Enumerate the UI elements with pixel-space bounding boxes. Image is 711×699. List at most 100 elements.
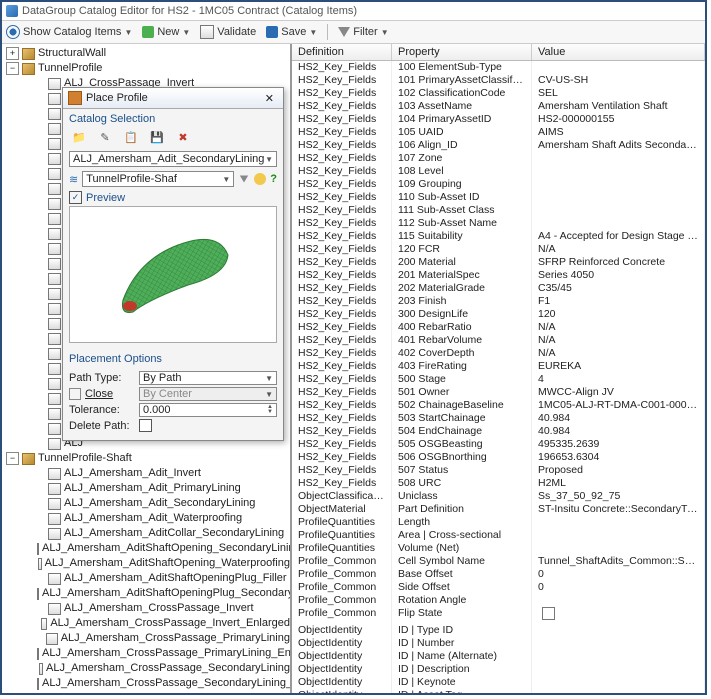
cell-value[interactable]: EUREKA bbox=[532, 360, 705, 373]
grid-row[interactable]: Profile_CommonSide Offset0 bbox=[292, 581, 705, 594]
grid-row[interactable]: ObjectMaterialPart DefinitionST-Insitu C… bbox=[292, 503, 705, 516]
tree-item[interactable]: ALJ_Amersham_Adit_Invert bbox=[6, 466, 290, 481]
cell-value[interactable]: MWCC-Align JV bbox=[532, 386, 705, 399]
lightbulb-icon[interactable] bbox=[254, 173, 266, 185]
tree-node-tunnelprofile-shaft[interactable]: − TunnelProfile-Shaft bbox=[6, 451, 290, 466]
cell-value[interactable] bbox=[532, 650, 705, 663]
path-type-combo[interactable]: By Path ▼ bbox=[139, 371, 277, 385]
grid-row[interactable]: HS2_Key_Fields120 FCRN/A bbox=[292, 243, 705, 256]
cell-value[interactable]: N/A bbox=[532, 321, 705, 334]
expand-toggle[interactable]: + bbox=[6, 47, 19, 60]
cell-value[interactable] bbox=[532, 191, 705, 204]
grid-row[interactable]: ObjectIdentityID | Description bbox=[292, 663, 705, 676]
grid-row[interactable]: HS2_Key_Fields203 FinishF1 bbox=[292, 295, 705, 308]
cell-value[interactable] bbox=[532, 607, 705, 624]
grid-row[interactable]: HS2_Key_Fields505 OSGBeasting495335.2639 bbox=[292, 438, 705, 451]
spinner-icon[interactable]: ▲▼ bbox=[267, 405, 273, 415]
cell-value[interactable]: 0 bbox=[532, 581, 705, 594]
grid-row[interactable]: HS2_Key_Fields101 PrimaryAssetClassifica… bbox=[292, 74, 705, 87]
cell-value[interactable] bbox=[532, 217, 705, 230]
cell-value[interactable]: SFRP Reinforced Concrete bbox=[532, 256, 705, 269]
cell-value[interactable]: H2ML bbox=[532, 477, 705, 490]
cell-value[interactable]: Series 4050 bbox=[532, 269, 705, 282]
cell-value[interactable] bbox=[532, 529, 705, 542]
cell-value[interactable]: 40.984 bbox=[532, 425, 705, 438]
cell-value[interactable]: 196653.6304 bbox=[532, 451, 705, 464]
tolerance-input[interactable]: 0.000 ▲▼ bbox=[139, 403, 277, 417]
grid-row[interactable]: HS2_Key_Fields400 RebarRatioN/A bbox=[292, 321, 705, 334]
cell-value[interactable] bbox=[532, 624, 705, 637]
cell-value[interactable] bbox=[532, 663, 705, 676]
tree-node-structuralwall[interactable]: + StructuralWall bbox=[6, 46, 290, 61]
cell-value[interactable]: 1MC05-ALJ-RT-DMA-C001-000039 bbox=[532, 399, 705, 412]
cell-value[interactable]: N/A bbox=[532, 243, 705, 256]
col-property[interactable]: Property bbox=[392, 44, 532, 60]
profile-type-combo[interactable]: TunnelProfile-Shaf ▼ bbox=[82, 171, 234, 187]
grid-row[interactable]: HS2_Key_Fields100 ElementSub-Type bbox=[292, 61, 705, 74]
grid-row[interactable]: HS2_Key_Fields106 Align_IDAmersham Shaft… bbox=[292, 139, 705, 152]
collapse-toggle[interactable]: − bbox=[6, 62, 19, 75]
preview-checkbox[interactable]: ✓ Preview bbox=[69, 191, 277, 204]
cell-value[interactable] bbox=[532, 165, 705, 178]
grid-row[interactable]: ObjectIdentityID | Asset Tag bbox=[292, 689, 705, 693]
cell-value[interactable]: SEL bbox=[532, 87, 705, 100]
tree-item[interactable]: ALJ_Amersham_CrossPassage_Waterproofing bbox=[6, 691, 290, 693]
tree-item[interactable]: ALJ_Amersham_CrossPassage_PrimaryLining_… bbox=[6, 646, 290, 661]
catalog-save-icon[interactable]: 💾 bbox=[147, 127, 167, 147]
cell-value[interactable]: Proposed bbox=[532, 464, 705, 477]
checkbox-icon[interactable] bbox=[542, 607, 555, 620]
grid-row[interactable]: HS2_Key_Fields111 Sub-Asset Class bbox=[292, 204, 705, 217]
tree-item[interactable]: ALJ_Amersham_AditCollar_SecondaryLining bbox=[6, 526, 290, 541]
help-icon[interactable]: ? bbox=[270, 173, 277, 185]
cell-value[interactable] bbox=[532, 594, 705, 607]
grid-row[interactable]: ProfileQuantitiesArea | Cross-sectional bbox=[292, 529, 705, 542]
cell-value[interactable]: 0 bbox=[532, 568, 705, 581]
cell-value[interactable]: Tunnel_ShaftAdits_Common::Shaft_Adit_SL bbox=[532, 555, 705, 568]
tree-item[interactable]: ALJ_Amersham_CrossPassage_Invert_Enlarge… bbox=[6, 616, 290, 631]
grid-row[interactable]: HS2_Key_Fields201 MaterialSpecSeries 405… bbox=[292, 269, 705, 282]
cell-value[interactable] bbox=[532, 676, 705, 689]
grid-row[interactable]: ObjectIdentityID | Keynote bbox=[292, 676, 705, 689]
close-icon[interactable]: ✕ bbox=[261, 92, 278, 105]
cell-value[interactable]: CV-US-SH bbox=[532, 74, 705, 87]
grid-row[interactable]: HS2_Key_Fields102 ClassificationCodeSEL bbox=[292, 87, 705, 100]
col-definition[interactable]: Definition bbox=[292, 44, 392, 60]
grid-row[interactable]: HS2_Key_Fields105 UAIDAIMS bbox=[292, 126, 705, 139]
grid-row[interactable]: ObjectIdentityID | Name (Alternate) bbox=[292, 650, 705, 663]
grid-row[interactable]: HS2_Key_Fields508 URCH2ML bbox=[292, 477, 705, 490]
grid-row[interactable]: HS2_Key_Fields103 AssetNameAmersham Vent… bbox=[292, 100, 705, 113]
cell-value[interactable] bbox=[532, 178, 705, 191]
grid-row[interactable]: HS2_Key_Fields112 Sub-Asset Name bbox=[292, 217, 705, 230]
cell-value[interactable]: ST-Insitu Concrete::SecondaryTunnelLinin… bbox=[532, 503, 705, 516]
cell-value[interactable]: AIMS bbox=[532, 126, 705, 139]
cell-value[interactable]: N/A bbox=[532, 334, 705, 347]
grid-row[interactable]: Profile_CommonFlip State bbox=[292, 607, 705, 624]
catalog-delete-icon[interactable]: ✖ bbox=[173, 127, 193, 147]
grid-row[interactable]: HS2_Key_Fields109 Grouping bbox=[292, 178, 705, 191]
cell-value[interactable]: F1 bbox=[532, 295, 705, 308]
catalog-item-combo[interactable]: ALJ_Amersham_Adit_SecondaryLining ▼ bbox=[69, 151, 277, 167]
catalog-copy-icon[interactable]: 📋 bbox=[121, 127, 141, 147]
grid-row[interactable]: HS2_Key_Fields107 Zone bbox=[292, 152, 705, 165]
tree-item[interactable]: ALJ_Amersham_Adit_PrimaryLining bbox=[6, 481, 290, 496]
cell-value[interactable]: 495335.2639 bbox=[532, 438, 705, 451]
tree-item[interactable]: ALJ_Amersham_Adit_Waterproofing bbox=[6, 511, 290, 526]
grid-row[interactable]: HS2_Key_Fields502 ChainageBaseline1MC05-… bbox=[292, 399, 705, 412]
tree-item[interactable]: ALJ_Amersham_AditShaftOpeningPlug_Filler bbox=[6, 571, 290, 586]
grid-row[interactable]: HS2_Key_Fields403 FireRatingEUREKA bbox=[292, 360, 705, 373]
col-value[interactable]: Value bbox=[532, 44, 705, 60]
tree-item[interactable]: ALJ_Amersham_AditShaftOpening_SecondaryL… bbox=[6, 541, 290, 556]
cell-value[interactable]: Amersham Ventilation Shaft bbox=[532, 100, 705, 113]
grid-row[interactable]: Profile_CommonBase Offset0 bbox=[292, 568, 705, 581]
tree-item[interactable]: ALJ_Amersham_Adit_SecondaryLining bbox=[6, 496, 290, 511]
grid-row[interactable]: HS2_Key_Fields110 Sub-Asset ID bbox=[292, 191, 705, 204]
properties-grid[interactable]: Definition Property Value HS2_Key_Fields… bbox=[292, 44, 705, 693]
grid-row[interactable]: HS2_Key_Fields500 Stage4 bbox=[292, 373, 705, 386]
validate-button[interactable]: Validate bbox=[200, 25, 256, 39]
grid-row[interactable]: HS2_Key_Fields104 PrimaryAssetIDHS2-0000… bbox=[292, 113, 705, 126]
cell-value[interactable] bbox=[532, 637, 705, 650]
funnel-icon[interactable] bbox=[240, 176, 248, 183]
grid-row[interactable]: HS2_Key_Fields506 OSGBnorthing196653.630… bbox=[292, 451, 705, 464]
grid-row[interactable]: HS2_Key_Fields300 DesignLife120 bbox=[292, 308, 705, 321]
cell-value[interactable]: 120 bbox=[532, 308, 705, 321]
